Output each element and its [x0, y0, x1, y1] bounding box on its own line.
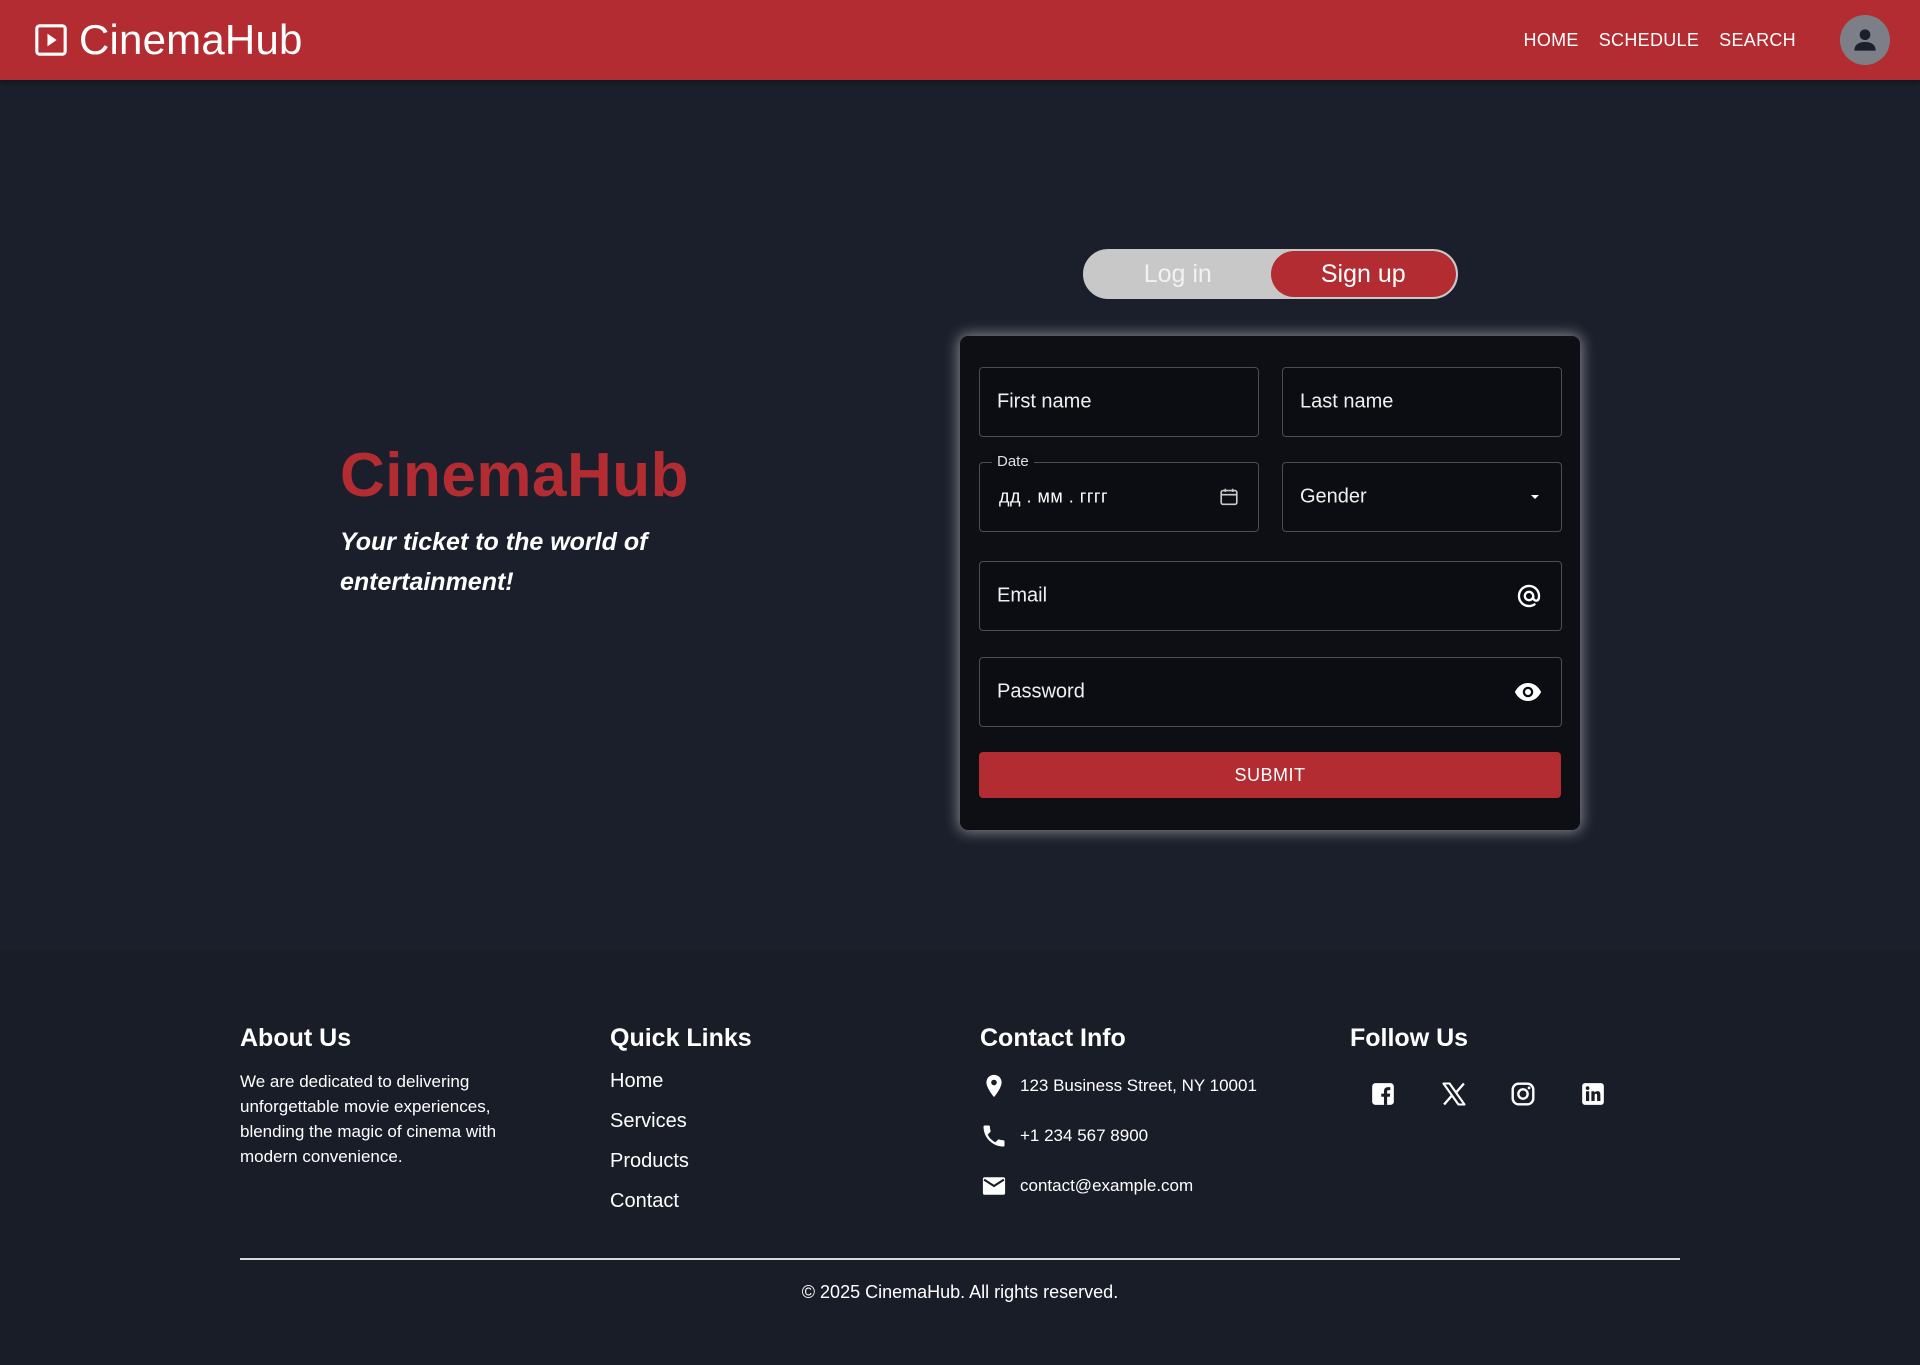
social-links [1358, 1069, 1638, 1119]
contact-section: Contact Info 123 Business Street, NY 100… [980, 1024, 1257, 1219]
footer-divider [240, 1258, 1680, 1260]
brand[interactable]: CinemaHub [34, 0, 303, 80]
email-placeholder: Email [997, 584, 1048, 607]
at-sign-icon [1515, 582, 1543, 610]
follow-section: Follow Us [1350, 1024, 1638, 1119]
date-field[interactable]: Date дд . мм . гггг [979, 453, 1259, 532]
copyright-text: © 2025 CinemaHub. All rights reserved. [801, 1282, 1119, 1302]
mail-icon [982, 1177, 1006, 1195]
x-icon[interactable] [1428, 1069, 1498, 1119]
quick-link-contact[interactable]: Contact [610, 1189, 752, 1229]
phone-icon [983, 1125, 1005, 1147]
instagram-icon[interactable] [1498, 1069, 1568, 1119]
phone-text: +1 234 567 8900 [1020, 1126, 1149, 1145]
play-box-icon [35, 24, 67, 56]
nav-search[interactable]: SEARCH [1719, 30, 1796, 51]
hero-title: CinemaHub [340, 441, 689, 510]
caret-down-icon [1527, 489, 1543, 505]
site-footer: About Us We are dedicated to delivering … [0, 950, 1920, 1365]
brand-name: CinemaHub [79, 16, 303, 63]
about-heading: About Us [240, 1024, 352, 1052]
date-value: дд . мм . гггг [999, 486, 1109, 507]
signup-form-card: First name Last name Date дд . мм . гггг… [960, 336, 1580, 830]
gender-select[interactable]: Gender [1282, 462, 1562, 532]
quick-link-products[interactable]: Products [610, 1149, 752, 1189]
user-icon [1854, 29, 1876, 51]
quick-links-section: Quick Links Home Services Products Conta… [610, 1024, 752, 1229]
email-field[interactable]: Email [979, 561, 1562, 631]
date-label: Date [992, 453, 1034, 470]
quick-link-services[interactable]: Services [610, 1109, 752, 1149]
contact-heading: Contact Info [980, 1024, 1126, 1052]
quick-links-heading: Quick Links [610, 1024, 752, 1052]
login-tab[interactable]: Log in [1085, 251, 1271, 297]
first-name-field[interactable]: First name [979, 367, 1259, 437]
last-name-field[interactable]: Last name [1282, 367, 1562, 437]
facebook-icon[interactable] [1358, 1069, 1428, 1119]
app-header: CinemaHub HOME SCHEDULE SEARCH [0, 0, 1920, 80]
eye-icon[interactable] [1513, 677, 1543, 707]
nav-home[interactable]: HOME [1524, 30, 1579, 51]
contact-address: 123 Business Street, NY 10001 [980, 1061, 1257, 1111]
calendar-icon[interactable] [1218, 486, 1240, 508]
password-field[interactable]: Password [979, 657, 1562, 727]
linkedin-icon[interactable] [1568, 1069, 1638, 1119]
signup-tab[interactable]: Sign up [1270, 251, 1456, 297]
hero-tagline: Your ticket to the world of entertainmen… [340, 528, 648, 596]
submit-button[interactable]: SUBMIT [979, 752, 1561, 798]
main-nav: HOME SCHEDULE SEARCH [1504, 0, 1796, 80]
email-text: contact@example.com [1020, 1176, 1194, 1195]
address-text: 123 Business Street, NY 10001 [1020, 1076, 1257, 1095]
follow-heading: Follow Us [1350, 1024, 1469, 1052]
last-name-placeholder: Last name [1300, 390, 1394, 413]
quick-link-home[interactable]: Home [610, 1069, 752, 1109]
auth-toggle: Log in Sign up [1083, 249, 1458, 299]
nav-schedule[interactable]: SCHEDULE [1599, 30, 1699, 51]
user-avatar[interactable] [1840, 15, 1890, 65]
about-section: About Us We are dedicated to delivering … [240, 1024, 530, 1169]
about-text: We are dedicated to delivering unforgett… [240, 1072, 497, 1166]
contact-phone: +1 234 567 8900 [980, 1111, 1257, 1161]
contact-email: contact@example.com [980, 1161, 1257, 1211]
password-placeholder: Password [997, 680, 1085, 703]
location-pin-icon [986, 1074, 1002, 1098]
first-name-placeholder: First name [997, 390, 1092, 413]
gender-placeholder: Gender [1300, 485, 1367, 508]
